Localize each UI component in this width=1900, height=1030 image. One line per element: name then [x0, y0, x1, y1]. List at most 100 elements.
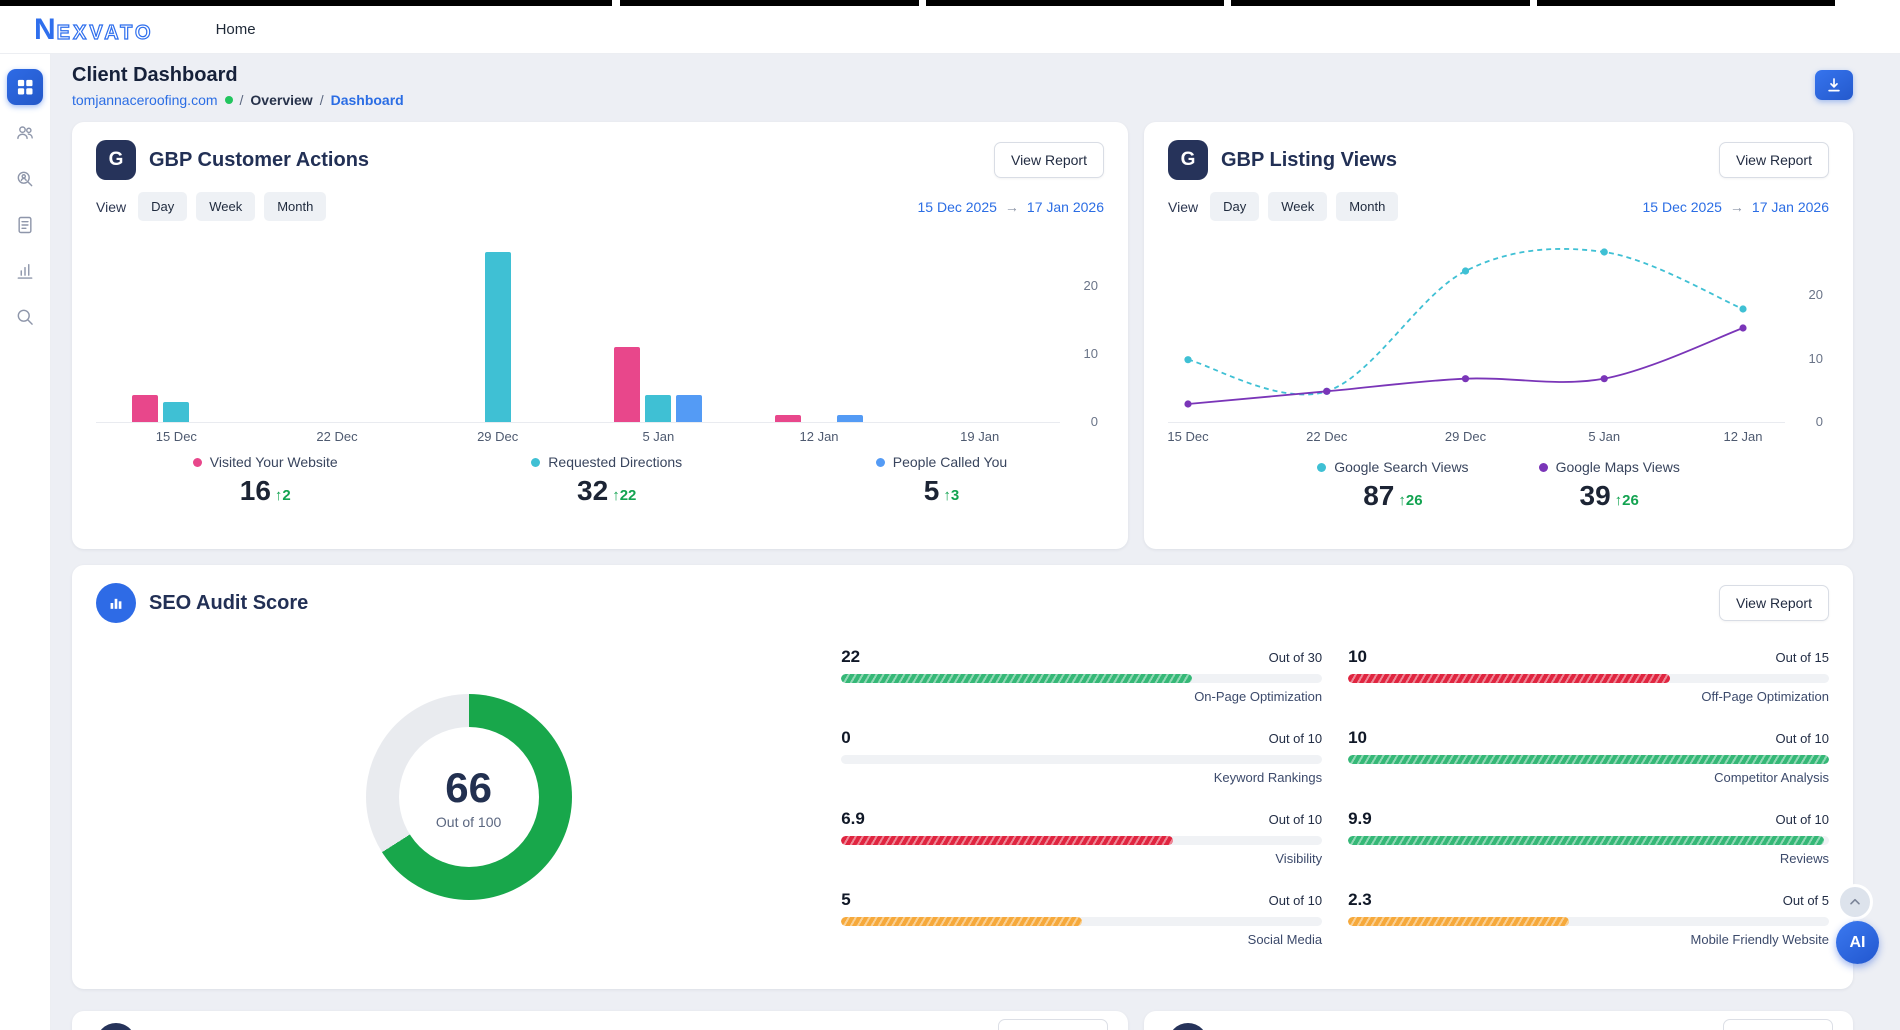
- page-header: Client Dashboard tomjannaceroofing.com /…: [72, 64, 1853, 108]
- metric-progress-bar: [1348, 836, 1829, 845]
- view-granularity-tabs: View DayWeekMonth: [96, 192, 326, 221]
- breadcrumb-domain[interactable]: tomjannaceroofing.com: [72, 92, 218, 108]
- view-tab-day[interactable]: Day: [1210, 192, 1259, 221]
- seo-metric-off-page-optimization: 10 Out of 15 Off-Page Optimization: [1348, 647, 1829, 704]
- partial-card-right: [1144, 1011, 1853, 1030]
- view-tab-week[interactable]: Week: [196, 192, 255, 221]
- x-axis-label: 12 Jan: [1723, 429, 1762, 444]
- seo-metric-social-media: 5Out of 10Social Media: [841, 890, 1322, 947]
- view-tab-month[interactable]: Month: [1336, 192, 1398, 221]
- gbp-customer-actions-card: G GBP Customer Actions View Report View …: [72, 122, 1128, 549]
- date-range[interactable]: 15 Dec 2025 → 17 Jan 2026: [1643, 199, 1829, 215]
- sidebar-item-lead-search[interactable]: [7, 161, 43, 197]
- seo-metrics: 22Out of 30On-Page Optimization10Out of …: [841, 647, 1829, 947]
- data-point-google-maps-views: [1462, 375, 1469, 382]
- metric-progress-bar: [1348, 674, 1829, 683]
- breadcrumb: tomjannaceroofing.com / Overview / Dashb…: [72, 92, 404, 108]
- date-range[interactable]: 15 Dec 2025 → 17 Jan 2026: [918, 199, 1104, 215]
- bar-visited-your-website: [132, 395, 158, 422]
- stat-delta: ↑3: [943, 487, 959, 504]
- data-point-google-search-views: [1601, 248, 1608, 255]
- sidebar-item-dashboard[interactable]: [7, 69, 43, 105]
- sidebar-item-reports[interactable]: [7, 207, 43, 243]
- metric-label: Mobile Friendly Website: [1348, 932, 1829, 947]
- metric-outof: Out of 10: [1269, 893, 1322, 908]
- stat-google-search-views: Google Search Views 87↑26: [1317, 459, 1468, 512]
- y-axis-tick: 20: [1809, 287, 1823, 302]
- x-axis-label: 15 Dec: [96, 429, 257, 444]
- stat-value: 5: [924, 475, 940, 507]
- breadcrumb-overview[interactable]: Overview: [250, 92, 312, 108]
- legend-dot: [1317, 463, 1326, 472]
- sidebar-item-users[interactable]: [7, 115, 43, 151]
- view-tab-day[interactable]: Day: [138, 192, 187, 221]
- metric-outof: Out of 10: [1776, 812, 1829, 827]
- bar-visited-your-website: [775, 415, 801, 422]
- x-axis-label: 22 Dec: [1306, 429, 1347, 444]
- metric-value: 9.9: [1348, 809, 1372, 829]
- metric-value: 6.9: [841, 809, 865, 829]
- bar-category-5-jan: [578, 233, 739, 422]
- metric-value: 2.3: [1348, 890, 1372, 910]
- brand-logo-n: N: [34, 13, 56, 47]
- metric-label: Off-Page Optimization: [1348, 689, 1829, 704]
- metric-outof: Out of 10: [1269, 812, 1322, 827]
- data-point-google-search-views: [1184, 356, 1191, 363]
- document-icon: [15, 215, 35, 235]
- view-report-button[interactable]: View Report: [994, 142, 1104, 178]
- x-axis-label: 5 Jan: [1588, 429, 1620, 444]
- metric-progress-bar: [1348, 755, 1829, 764]
- bar-requested-directions: [485, 252, 511, 422]
- line-chart: 01020 15 Dec22 Dec29 Dec5 Jan12 Jan: [1168, 233, 1829, 449]
- sidebar-item-seo-search[interactable]: [7, 299, 43, 335]
- stat-value: 87: [1363, 480, 1394, 512]
- stat-delta: ↑22: [612, 487, 636, 504]
- partial-card-left: [72, 1011, 1128, 1030]
- metric-outof: Out of 30: [1269, 650, 1322, 665]
- stat-label: Requested Directions: [548, 454, 682, 470]
- scroll-to-top-button[interactable]: [1837, 884, 1873, 920]
- chevron-up-icon: [1847, 894, 1863, 910]
- view-report-button-partial[interactable]: [1723, 1019, 1833, 1030]
- bar-category-19-jan: [899, 233, 1060, 422]
- seo-score-value: 66: [436, 764, 501, 812]
- breadcrumb-dashboard[interactable]: Dashboard: [331, 92, 404, 108]
- brand-logo[interactable]: N EXVATO: [34, 13, 154, 47]
- metric-value: 10: [1348, 647, 1367, 667]
- nav-home-link[interactable]: Home: [216, 21, 256, 38]
- sidebar-item-analytics[interactable]: [7, 253, 43, 289]
- view-report-button-partial[interactable]: [998, 1019, 1108, 1030]
- view-report-button[interactable]: View Report: [1719, 585, 1829, 621]
- download-button[interactable]: [1815, 70, 1853, 100]
- stat-requested-directions: Requested Directions32↑22: [531, 454, 682, 507]
- metric-progress-bar: [841, 674, 1322, 683]
- seo-score-donut: 66 Out of 100: [366, 694, 572, 900]
- y-axis-tick: 0: [1816, 414, 1823, 429]
- stat-delta: ↑26: [1398, 492, 1422, 509]
- y-axis-tick: 20: [1084, 278, 1098, 293]
- seo-score-donut-zone: 66 Out of 100: [96, 694, 841, 900]
- view-tab-month[interactable]: Month: [264, 192, 326, 221]
- card-title: SEO Audit Score: [149, 592, 308, 615]
- arrow-right-icon: →: [1730, 199, 1744, 215]
- seo-audit-score-card: SEO Audit Score View Report 66 Out of 10…: [72, 565, 1853, 989]
- date-range-end: 17 Jan 2026: [1752, 199, 1829, 215]
- gbp-views-stats: Google Search Views87↑26Google Maps View…: [1168, 459, 1829, 512]
- seo-metric-mobile-friendly-website: 2.3Out of 5Mobile Friendly Website: [1348, 890, 1829, 947]
- metric-label: Visibility: [841, 851, 1322, 866]
- gbp-actions-stats: Visited Your Website16↑2 Requested Direct…: [96, 454, 1104, 507]
- x-axis-label: 22 Dec: [257, 429, 418, 444]
- bar-requested-directions: [163, 402, 189, 422]
- ai-assistant-button[interactable]: AI: [1836, 921, 1879, 964]
- breadcrumb-separator: /: [240, 92, 244, 108]
- stat-label: Google Search Views: [1334, 459, 1468, 475]
- view-tab-week[interactable]: Week: [1268, 192, 1327, 221]
- gbp-icon: G: [96, 140, 136, 180]
- stat-visited-your-website: Visited Your Website16↑2: [193, 454, 338, 507]
- view-report-button[interactable]: View Report: [1719, 142, 1829, 178]
- x-axis-label: 29 Dec: [1445, 429, 1486, 444]
- data-point-google-maps-views: [1739, 324, 1746, 331]
- card-icon: [96, 1023, 136, 1030]
- metric-outof: Out of 15: [1776, 650, 1829, 665]
- legend-dot: [193, 458, 202, 467]
